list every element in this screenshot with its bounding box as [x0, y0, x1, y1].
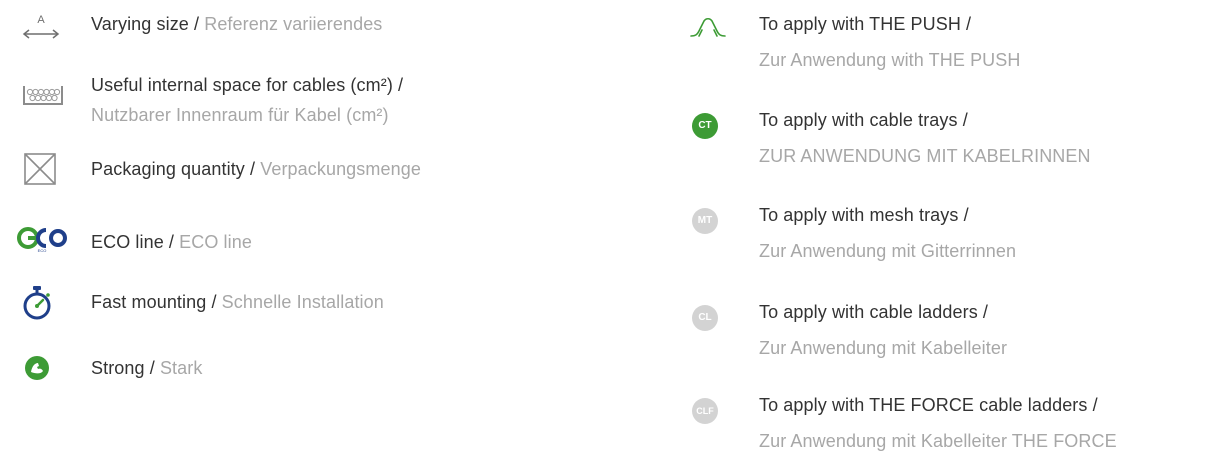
legend-item-force-cable-ladders: To apply with THE FORCE cable ladders / … — [759, 392, 1117, 454]
label-de: Nutzbarer Innenraum für Kabel (cm²) — [91, 105, 389, 125]
label-de: Zur Anwendung mit Kabelleiter — [759, 338, 1008, 358]
label-en: To apply with THE PUSH / — [759, 14, 972, 34]
label-de: Zur Anwendung mit Gitterrinnen — [759, 241, 1017, 261]
legend-item-varying-size: Varying size / Referenz variierendes — [91, 11, 382, 37]
eco-line-icon: ECO — [17, 227, 67, 253]
label-en: Varying size — [91, 14, 189, 34]
strong-arm-icon — [25, 356, 49, 380]
separator: / — [188, 14, 205, 34]
label-en: To apply with cable trays / — [759, 110, 968, 130]
legend-item-eco-line: ECO line / ECO line — [91, 229, 252, 255]
badge-text: MT — [697, 215, 713, 226]
legend-item-fast-mounting: Fast mounting / Schnelle Installation — [91, 289, 384, 315]
varying-size-icon: A — [22, 14, 60, 39]
label-de: Zur Anwendung with THE PUSH — [759, 50, 1021, 70]
label-en: ECO line — [91, 232, 164, 252]
label-de: Verpackungsmenge — [260, 159, 421, 179]
label-en: Packaging quantity — [91, 159, 245, 179]
legend-item-cable-trays: To apply with cable trays / ZUR ANWENDUN… — [759, 107, 1091, 169]
legend-item-the-push: To apply with THE PUSH / Zur Anwendung w… — [759, 11, 1021, 73]
label-de: Schnelle Installation — [221, 292, 384, 312]
label-en: To apply with mesh trays / — [759, 205, 969, 225]
legend-item-cable-ladders: To apply with cable ladders / Zur Anwend… — [759, 299, 1007, 361]
badge-text: CT — [698, 120, 712, 131]
label-en: Fast mounting — [91, 292, 207, 312]
internal-space-icon — [23, 86, 63, 105]
badge-text: CL — [698, 312, 712, 323]
separator: / — [163, 232, 180, 252]
badge-text: CLF — [696, 406, 714, 416]
label-de: ECO line — [179, 232, 252, 252]
packaging-box-icon — [24, 153, 56, 185]
label-de: Zur Anwendung mit Kabelleiter THE FORCE — [759, 431, 1117, 451]
label-en: Useful internal space for cables (cm²) / — [91, 75, 404, 95]
stopwatch-icon — [23, 286, 51, 320]
mt-badge-icon: MT — [692, 208, 718, 234]
legend-item-packaging: Packaging quantity / Verpackungsmenge — [91, 156, 421, 182]
clf-badge-icon: CLF — [692, 398, 718, 424]
label-en: To apply with cable ladders / — [759, 302, 989, 322]
separator: / — [206, 292, 222, 312]
separator: / — [244, 159, 261, 179]
label-de: ZUR ANWENDUNG MIT KABELRINNEN — [759, 146, 1091, 166]
svg-text:A: A — [37, 14, 45, 26]
label-en: Strong — [91, 358, 145, 378]
separator: / — [144, 358, 160, 378]
legend-item-mesh-trays: To apply with mesh trays / Zur Anwendung… — [759, 202, 1016, 264]
ct-badge-icon: CT — [692, 113, 718, 139]
push-icon — [690, 17, 726, 37]
eco-logo-text: ECO — [38, 248, 47, 253]
legend-item-internal-space: Useful internal space for cables (cm²) /… — [91, 72, 403, 128]
legend-item-strong: Strong / Stark — [91, 355, 202, 381]
label-en: To apply with THE FORCE cable ladders / — [759, 395, 1098, 415]
label-de: Stark — [159, 358, 203, 378]
label-de: Referenz variierendes — [204, 14, 383, 34]
cl-badge-icon: CL — [692, 305, 718, 331]
